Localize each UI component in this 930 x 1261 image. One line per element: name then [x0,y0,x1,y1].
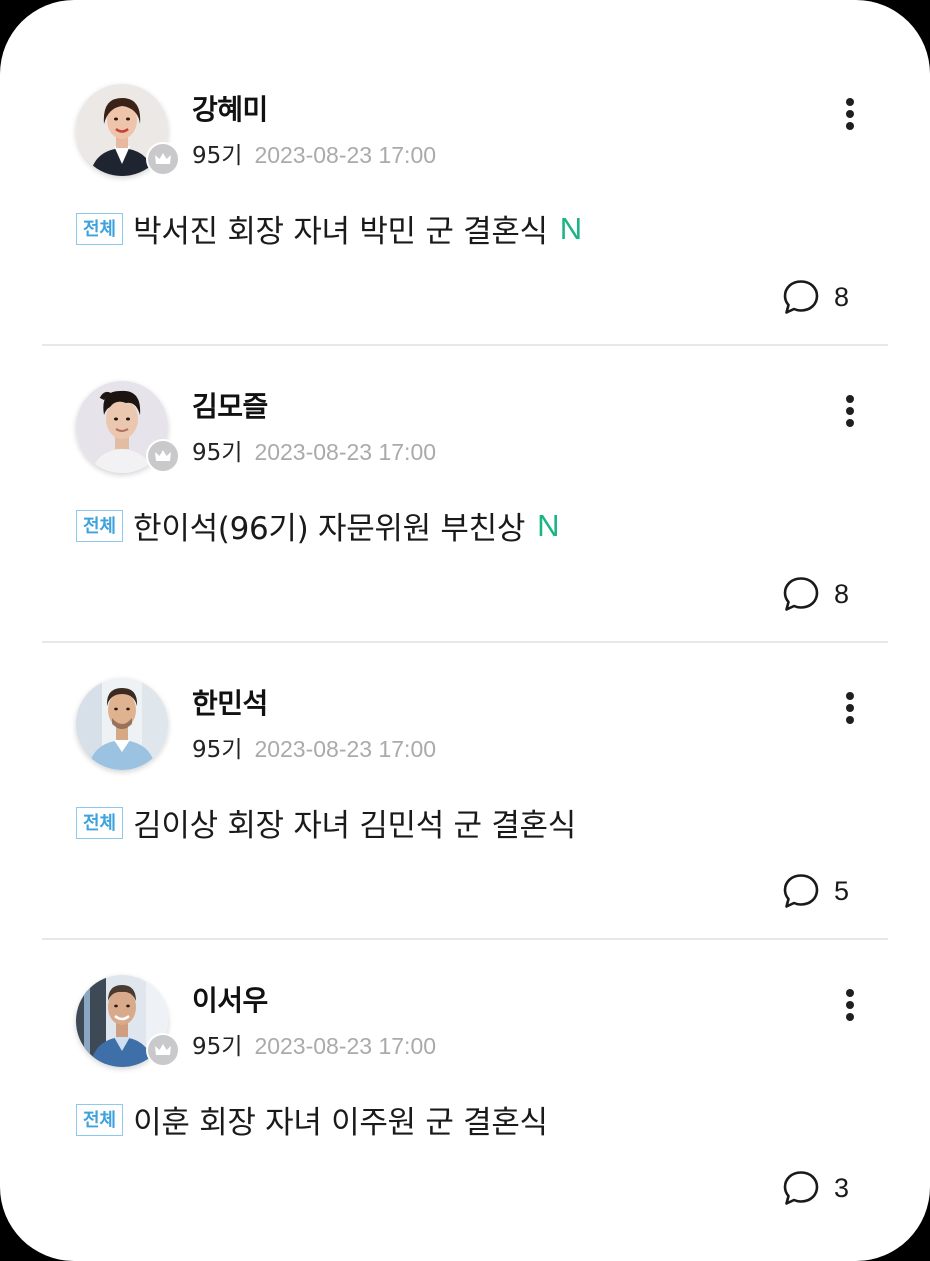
post-timestamp: 2023-08-23 17:00 [254,1033,437,1059]
category-tag: 전체 [76,1103,124,1136]
author-avatar[interactable] [76,84,180,176]
crown-icon [146,1033,180,1067]
new-badge: N [559,210,583,246]
more-options-icon[interactable] [830,92,870,136]
author-generation: 95기 [192,143,243,169]
author-name[interactable]: 한민석 [192,682,268,722]
crown-icon [146,142,180,176]
crown-icon [146,439,180,473]
post-meta: 95기 2023-08-23 17:00 [192,1027,436,1061]
post-meta: 95기 2023-08-23 17:00 [192,730,436,764]
post-title-row[interactable]: 전체 김이상 회장 자녀 김민석 군 결혼식 [76,800,576,850]
author-generation: 95기 [192,737,243,763]
post-timestamp: 2023-08-23 17:00 [254,142,437,168]
post-title-row[interactable]: 전체 이훈 회장 자녀 이주원 군 결혼식 [76,1097,548,1147]
post-item[interactable]: 강혜미 95기 2023-08-23 17:00 전체 박서진 회장 자녀 박민 군… [0,0,930,314]
category-tag: 전체 [76,212,124,245]
post-title[interactable]: 박서진 회장 자녀 박민 군 결혼식 [133,206,548,251]
author-name[interactable]: 김모즐 [192,385,268,425]
avatar-photo [76,678,168,770]
post-meta: 95기 2023-08-23 17:00 [192,136,436,170]
post-item[interactable]: 한민석 95기 2023-08-23 17:00 전체 김이상 회장 자녀 김민석 … [0,594,930,908]
author-name[interactable]: 강혜미 [192,88,268,128]
comment-bubble-icon [782,1169,820,1207]
author-name[interactable]: 이서우 [192,979,268,1019]
post-timestamp: 2023-08-23 17:00 [254,439,437,465]
comment-count: 3 [834,1172,850,1203]
author-avatar[interactable] [76,678,168,770]
post-meta: 95기 2023-08-23 17:00 [192,433,436,467]
new-badge: N [537,507,560,543]
more-options-icon[interactable] [830,983,870,1027]
post-title-row[interactable]: 전체 한이석(96기) 자문위원 부친상 N [76,503,559,553]
comment-button[interactable]: 3 [782,1169,849,1207]
more-options-icon[interactable] [830,686,870,730]
author-avatar[interactable] [76,975,180,1067]
category-tag: 전체 [76,806,124,839]
author-avatar[interactable] [76,381,180,473]
post-title[interactable]: 한이석(96기) 자문위원 부친상 [133,503,525,548]
post-list-card: 강혜미 95기 2023-08-23 17:00 전체 박서진 회장 자녀 박민 군… [0,0,930,1261]
post-timestamp: 2023-08-23 17:00 [254,736,437,762]
post-item[interactable]: 이서우 95기 2023-08-23 17:00 전체 이훈 회장 자녀 이주원 군… [0,891,930,1205]
author-generation: 95기 [192,440,243,466]
post-title[interactable]: 이훈 회장 자녀 이주원 군 결혼식 [133,1097,548,1142]
more-options-icon[interactable] [830,389,870,433]
post-title[interactable]: 김이상 회장 자녀 김민석 군 결혼식 [133,800,576,845]
post-item[interactable]: 김모즐 95기 2023-08-23 17:00 전체 한이석(96기) 자문위원 … [0,297,930,611]
category-tag: 전체 [76,509,124,542]
author-generation: 95기 [192,1034,243,1060]
post-title-row[interactable]: 전체 박서진 회장 자녀 박민 군 결혼식 N [76,206,582,256]
